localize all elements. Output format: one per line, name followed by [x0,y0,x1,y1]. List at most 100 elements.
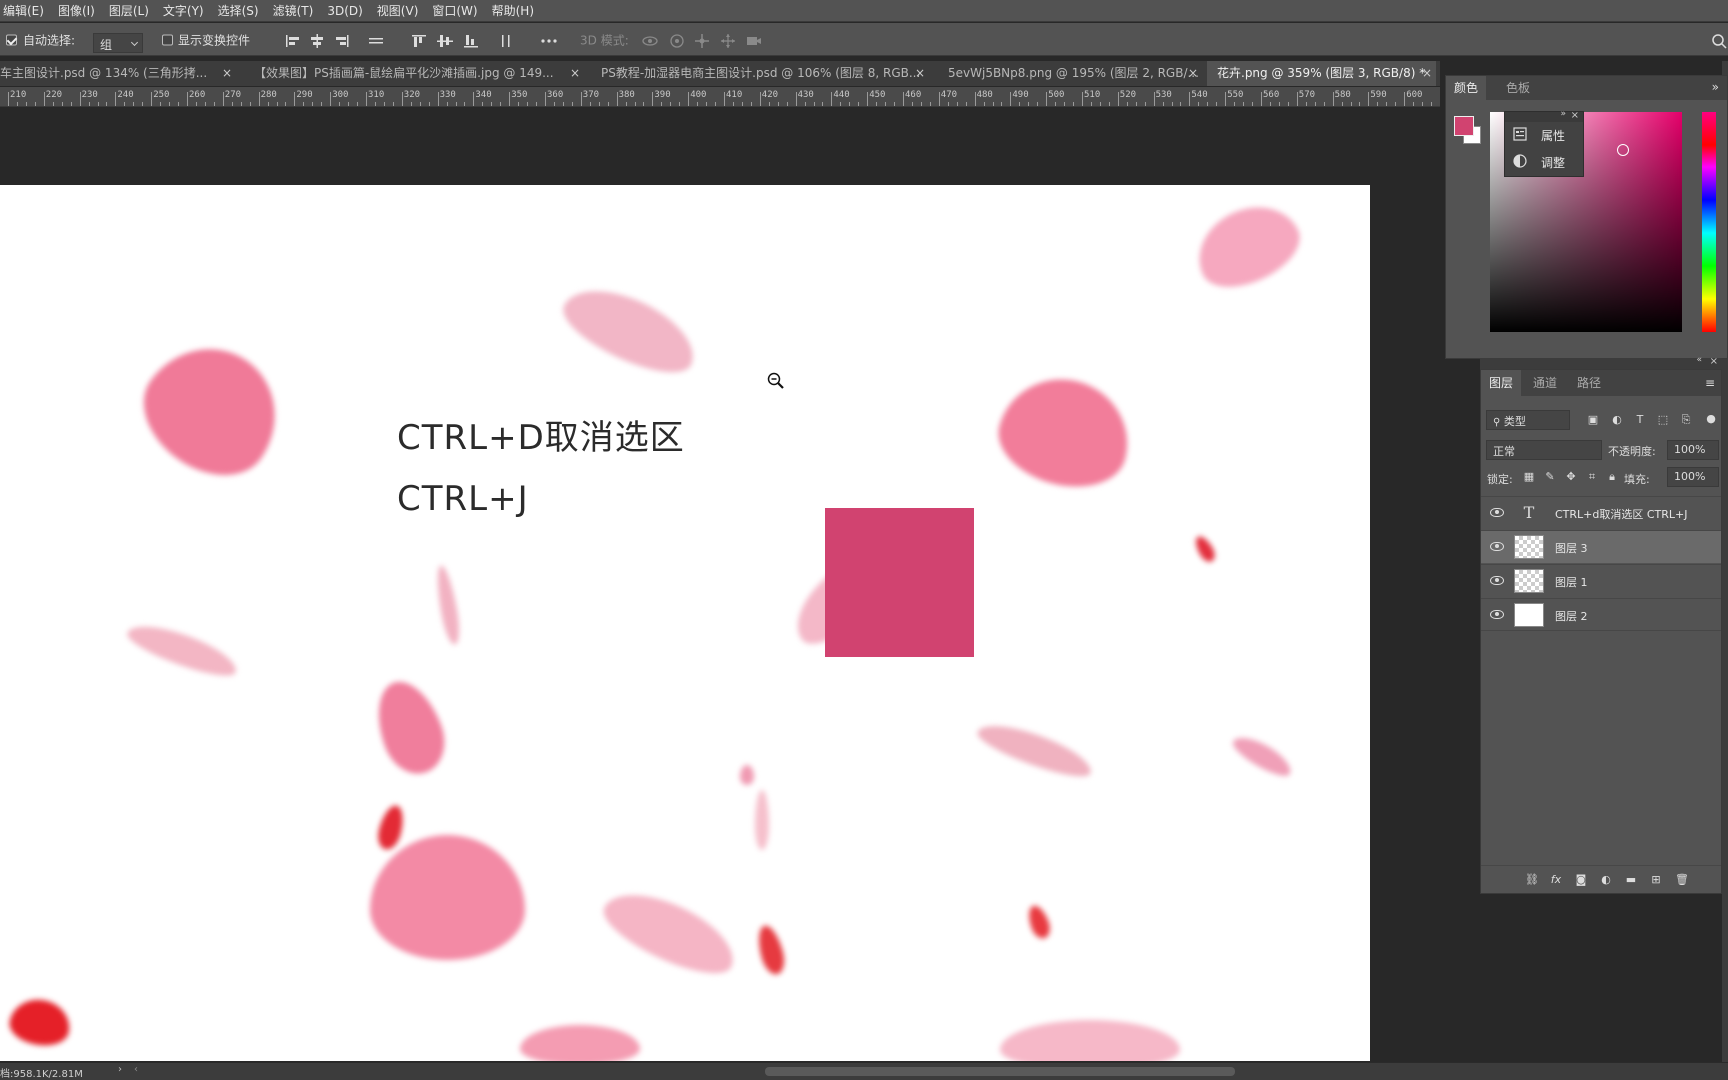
scroll-left-icon[interactable]: ‹ [134,1064,138,1075]
filter-toggle-icon[interactable]: ● [1705,413,1717,425]
menu-bar: 编辑(E) 图像(I) 图层(L) 文字(Y) 选择(S) 滤镜(T) 3D(D… [0,0,1728,22]
collapse-icon[interactable]: « [1696,355,1702,365]
close-icon[interactable]: × [1422,61,1432,86]
fx-icon[interactable]: fx [1550,874,1562,886]
menu-view[interactable]: 视图(V) [370,2,426,19]
distribute-vertical-icon[interactable] [497,33,515,49]
new-layer-icon[interactable]: ⊞ [1650,874,1662,886]
new-group-icon[interactable]: ▬ [1625,874,1637,886]
filter-type-icon[interactable]: T [1634,414,1646,426]
tab-layers[interactable]: 图层 [1481,370,1522,396]
ruler-minor-tick [697,102,699,106]
adjustment-layer-icon[interactable]: ◐ [1600,874,1612,886]
tab-document-active[interactable]: 花卉.png @ 359% (图层 3, RGB/8) * × [1207,61,1436,86]
ruler-tick-label: 480 [976,90,993,100]
fill-input[interactable]: 100% [1667,467,1719,487]
ruler-tick-mark [724,92,725,106]
menu-window[interactable]: 窗口(W) [425,2,484,19]
tab-paths[interactable]: 路径 [1569,370,1609,396]
lock-position-icon[interactable]: ✥ [1565,471,1577,483]
menu-help[interactable]: 帮助(H) [485,2,541,19]
3d-camera-icon[interactable] [745,33,763,49]
3d-orbit-icon[interactable] [641,33,659,49]
menu-select[interactable]: 选择(S) [211,2,266,19]
visibility-eye-icon[interactable] [1490,542,1504,551]
lock-artboard-icon[interactable]: ⌗ [1586,471,1598,483]
auto-select-dropdown[interactable]: 组 [93,33,143,53]
horizontal-scrollbar-thumb[interactable] [765,1067,1235,1076]
lock-image-icon[interactable]: ✎ [1544,471,1556,483]
ruler-minor-tick [750,102,752,106]
ruler-minor-tick [527,102,529,106]
lock-all-icon[interactable]: 🔒︎ [1606,471,1618,483]
menu-layer[interactable]: 图层(L) [102,2,156,19]
visibility-eye-icon[interactable] [1490,610,1504,619]
menu-image[interactable]: 图像(I) [51,2,102,19]
layer-row[interactable]: 图层 2 [1481,598,1721,631]
menu-filter[interactable]: 滤镜(T) [266,2,321,19]
distribute-icon[interactable] [367,33,385,49]
visibility-eye-icon[interactable] [1490,508,1504,517]
align-vcenter-icon[interactable] [436,33,454,49]
hue-slider[interactable] [1702,112,1716,332]
close-icon[interactable]: × [1188,61,1198,86]
link-layers-icon[interactable]: ⛓ [1525,874,1539,886]
menu-type[interactable]: 文字(Y) [156,2,211,19]
align-left-icon[interactable] [284,33,302,49]
flyout-item-properties[interactable]: 属性 [1541,127,1565,144]
ruler-tick-mark [938,92,940,106]
ruler-minor-tick [1055,102,1057,106]
auto-select-checkbox[interactable] [6,34,17,46]
search-icon[interactable] [1710,33,1728,49]
align-top-icon[interactable] [410,33,428,49]
ruler-tick-mark [867,92,869,106]
layer-row-selected[interactable]: 图层 3 [1481,530,1721,563]
align-bottom-icon[interactable] [462,33,480,49]
more-options-icon[interactable] [540,33,558,49]
ruler-tick-label: 510 [1084,90,1101,100]
filter-adjustment-icon[interactable]: ◐ [1611,414,1623,426]
align-right-icon[interactable] [333,33,351,49]
tab-document[interactable]: PS教程-加湿器电商主图设计.psd @ 106% (图层 8, RGB... × [601,61,929,86]
close-icon[interactable]: × [222,61,232,86]
expand-icon[interactable]: » [1560,109,1566,119]
layer-row[interactable]: T CTRL+d取消选区 CTRL+J [1481,496,1721,529]
filter-smart-object-icon[interactable]: ⎘ [1680,414,1692,426]
ruler-minor-tick [804,102,806,106]
lock-transparent-icon[interactable]: ▦ [1523,471,1535,483]
close-icon[interactable]: × [915,61,925,86]
layer-filter-dropdown[interactable]: ⚲ 类型 [1486,410,1570,430]
color-picker-marker[interactable] [1617,144,1629,156]
align-hcenter-icon[interactable] [308,33,326,49]
document-canvas[interactable]: CTRL+D取消选区 CTRL+J [0,185,1370,1061]
3d-pan-icon[interactable] [693,33,711,49]
show-transform-checkbox[interactable] [162,34,173,46]
visibility-eye-icon[interactable] [1490,576,1504,585]
delete-layer-icon[interactable]: 🗑︎ [1675,874,1689,886]
tab-channels[interactable]: 通道 [1525,370,1565,396]
tab-document[interactable]: 车主图设计.psd @ 134% (三角形拷... × [0,61,236,86]
close-icon[interactable]: × [1710,356,1718,367]
filter-pixel-icon[interactable]: ▣ [1587,414,1599,426]
collapse-icon[interactable]: » [1712,80,1719,94]
foreground-color-swatch[interactable] [1454,116,1474,136]
add-mask-icon[interactable]: ◙ [1575,874,1587,886]
panel-menu-icon[interactable]: ≡ [1705,376,1715,390]
tab-swatches[interactable]: 色板 [1498,76,1538,100]
close-icon[interactable]: × [570,61,580,86]
flyout-item-adjustments[interactable]: 调整 [1541,154,1565,171]
tab-document[interactable]: 【效果图】PS插画篇-鼠绘扁平化沙滩插画.jpg @ 149... × [254,61,584,86]
tab-document[interactable]: 5evWj5BNp8.png @ 195% (图层 2, RGB/... × [948,61,1202,86]
status-arrow-icon[interactable]: › [118,1064,122,1075]
tab-label: 车主图设计.psd @ 134% (三角形拷... [0,66,208,80]
filter-shape-icon[interactable]: ⬚ [1657,414,1669,426]
menu-3d[interactable]: 3D(D) [320,4,369,18]
opacity-input[interactable]: 100% [1667,440,1719,460]
3d-roll-icon[interactable] [668,33,686,49]
3d-slide-icon[interactable] [719,33,737,49]
close-icon[interactable]: × [1571,110,1579,121]
tab-color[interactable]: 颜色 [1446,76,1487,100]
layer-row[interactable]: 图层 1 [1481,564,1721,597]
blend-mode-dropdown[interactable]: 正常 [1486,440,1602,460]
menu-edit[interactable]: 编辑(E) [0,2,51,19]
